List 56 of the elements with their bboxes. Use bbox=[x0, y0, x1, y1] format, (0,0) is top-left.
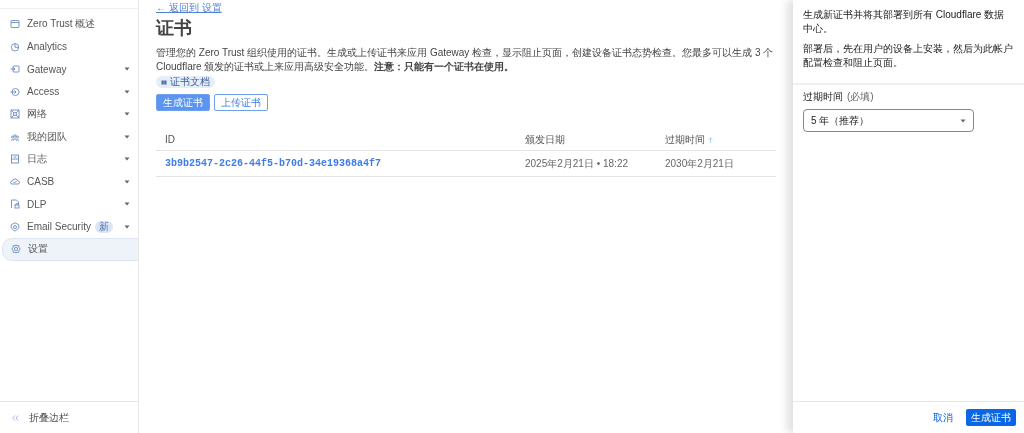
sidebar-item[interactable]: 网络 bbox=[2, 103, 138, 126]
upload-button[interactable]: 上传证书 bbox=[214, 94, 268, 111]
back-link[interactable]: ← 返回到 设置 bbox=[156, 2, 793, 14]
sidebar-item[interactable]: Email Security 新 bbox=[2, 215, 138, 238]
field-label: 过期时间 bbox=[803, 90, 843, 104]
document-lock-icon bbox=[10, 199, 20, 210]
new-badge: 新 bbox=[94, 220, 113, 233]
item-label: Access bbox=[27, 86, 60, 98]
item-label: Email Security bbox=[27, 221, 91, 233]
collapse-sidebar-button[interactable]: 折叠边栏 bbox=[0, 401, 138, 433]
caret-icon bbox=[960, 118, 966, 123]
drawer-note-text: 部署后，先在用户的设备上安装，然后为此帐户配置检查和阻止页面。 bbox=[803, 42, 1014, 70]
description-text: 管理您的 Zero Trust 组织使用的证书。生成或上传证书来应用 Gateway 检查，显示阻止页面，创建设备证书态势检查。您最多可以生成 3 个 Cloudflare 颁发的证书或上来应用高级安全功能。注意：只能有一个证书在使用。 bbox=[156, 47, 774, 72]
sidebar-item[interactable]: 日志 bbox=[2, 148, 138, 171]
page-title: 证书 bbox=[156, 17, 193, 40]
certificate-id-link[interactable]: 3b9b2547-2c26-44f5-b70d-34e19368a4f7 bbox=[156, 151, 516, 176]
sidebar-item[interactable]: Access bbox=[2, 80, 138, 103]
item-label: CASB bbox=[27, 176, 55, 188]
item-label: Zero Trust 概述 bbox=[27, 17, 96, 32]
book-icon bbox=[161, 79, 167, 85]
gateway-icon bbox=[10, 64, 20, 75]
item-label: Analytics bbox=[27, 41, 67, 53]
item-label: Gateway bbox=[27, 63, 67, 75]
people-icon bbox=[10, 131, 20, 142]
item-label: 设置 bbox=[28, 242, 48, 257]
gear-shield-icon bbox=[10, 221, 20, 232]
required-hint: (必填) bbox=[847, 90, 874, 104]
sign-in-icon bbox=[10, 86, 20, 97]
item-label: 日志 bbox=[27, 152, 47, 167]
document-icon bbox=[10, 154, 20, 165]
sidebar-item[interactable]: Gateway bbox=[2, 58, 138, 81]
pie-chart-icon bbox=[10, 41, 20, 52]
double-chevron-left-icon bbox=[12, 414, 19, 421]
sidebar-item[interactable]: Zero Trust 概述 bbox=[2, 13, 138, 36]
generate-button[interactable]: 生成证书 bbox=[966, 409, 1016, 426]
sidebar-item[interactable]: Analytics bbox=[2, 35, 138, 58]
network-icon bbox=[10, 109, 20, 120]
settings-icon bbox=[11, 244, 21, 255]
sidebar-item[interactable]: 我的团队 bbox=[2, 125, 138, 148]
column-header[interactable]: 颁发日期 bbox=[516, 129, 656, 150]
cancel-button[interactable]: 取消 bbox=[928, 409, 958, 426]
sidebar-item[interactable]: 设置 bbox=[2, 238, 138, 261]
item-label: 我的团队 bbox=[27, 129, 67, 144]
docs-link[interactable]: 证书文档 bbox=[156, 76, 215, 88]
browser-window-icon bbox=[10, 19, 20, 30]
sidebar-item[interactable]: CASB bbox=[2, 170, 138, 193]
table-cell-text: 2025年2月21日 • 18:22 bbox=[524, 156, 629, 171]
column-header[interactable]: 过期时间 bbox=[656, 129, 776, 150]
item-label: 网络 bbox=[27, 107, 47, 122]
expiry-select[interactable]: 5 年（推荐） bbox=[803, 109, 974, 132]
item-label: DLP bbox=[27, 198, 47, 210]
table-cell-text: 2030年2月21日 bbox=[664, 156, 735, 171]
drawer-intro-text: 生成新证书并将其部署到所有 Cloudflare 数据中心。 bbox=[803, 8, 1006, 36]
column-header[interactable]: ID bbox=[156, 129, 516, 150]
cloud-check-icon bbox=[10, 176, 20, 187]
sidebar-item[interactable]: DLP bbox=[2, 193, 138, 216]
